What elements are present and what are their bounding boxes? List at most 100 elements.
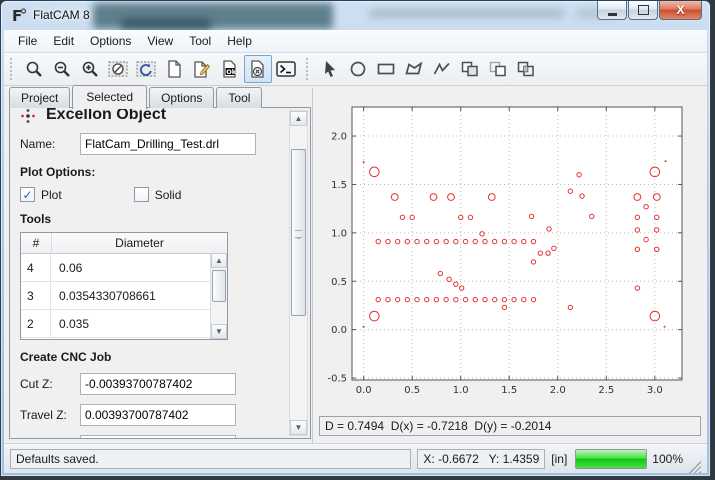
solid-checkbox[interactable] [134,187,149,202]
tab-selected[interactable]: Selected [72,85,147,109]
new-file-icon [166,60,182,78]
plot-options-label: Plot Options: [20,165,286,179]
draw-rectangle-button[interactable] [372,55,400,83]
y-tick-label: 0.0 [331,325,347,336]
close-icon: X [676,3,684,17]
intersect-button[interactable] [512,55,540,83]
progress-percent: 100% [652,452,683,466]
travelz-input[interactable] [80,404,236,426]
scroll-up-icon[interactable]: ▲ [211,253,227,268]
clear-plot-icon [108,60,128,78]
edit-object-button[interactable] [188,55,216,83]
tool-diameter[interactable]: 0.06 [51,254,227,281]
scroll-down-icon[interactable]: ▼ [290,420,307,435]
scroll-up-icon[interactable]: ▲ [290,111,307,126]
name-label: Name: [20,137,80,151]
shell-icon [276,61,296,77]
rectangle-tool-icon [376,60,396,78]
replot-button[interactable] [132,55,160,83]
tool-diameter[interactable]: 0.035 [51,310,227,337]
toolbar: Ok [4,53,707,86]
panel-scroll-area[interactable]: Excellon Object Name: Plot Options: ✓ Pl… [14,108,286,438]
status-bar: Defaults saved. X: -0.6672 Y: 1.4359 [in… [4,443,707,473]
x-tick-label: 3.0 [647,385,663,396]
minimize-button[interactable] [597,1,627,20]
table-row[interactable]: 4 0.06 [21,254,227,282]
check-icon: ✓ [22,190,32,200]
app-window: F FlatCAM 8 X File Edit Options View Too… [0,0,711,477]
plot-canvas [352,107,682,380]
main-area: Project Selected Options Tool [4,86,707,448]
maximize-button[interactable] [628,1,658,20]
union-button[interactable] [456,55,484,83]
toolbar-grip[interactable] [306,58,312,80]
tools-label: Tools [20,212,286,226]
table-row[interactable]: 3 0.0354330708661 [21,282,227,310]
progress-bar [575,449,647,469]
shell-button[interactable] [272,55,300,83]
tab-bar: Project Selected Options Tool [9,86,264,108]
cutz-input[interactable] [80,373,236,395]
selected-panel: Excellon Object Name: Plot Options: ✓ Pl… [9,107,311,439]
scroll-down-icon[interactable]: ▼ [211,324,227,339]
window-title: FlatCAM 8 [33,8,90,22]
column-header-number[interactable]: # [21,233,52,253]
menu-help[interactable]: Help [219,31,260,51]
path-tool-icon [432,60,452,78]
x-tick-label: 1.5 [501,385,517,396]
progress-fill [576,450,646,468]
column-header-diameter[interactable]: Diameter [52,233,227,253]
subtract-button[interactable] [484,55,512,83]
glass-smudge [121,19,211,30]
scrollbar-thumb[interactable] [212,270,226,302]
plot-svg[interactable]: 0.00.51.01.52.02.53.0-0.50.00.51.01.52.0 [317,90,706,410]
tool-number[interactable]: 4 [21,254,51,281]
menu-view[interactable]: View [139,31,181,51]
accept-object-button[interactable]: Ok [216,55,244,83]
zoom-out-button[interactable] [48,55,76,83]
draw-circle-button[interactable] [344,55,372,83]
tools-table-header: # Diameter [21,233,227,254]
tool-number[interactable]: 3 [21,282,51,309]
table-scrollbar[interactable]: ▲ ▼ [210,253,227,339]
coordinates-readout: X: -0.6672 Y: 1.4359 [417,449,545,469]
draw-path-button[interactable] [428,55,456,83]
x-tick-label: 2.5 [598,385,614,396]
close-button[interactable]: X [659,1,702,20]
menu-file[interactable]: File [10,31,45,51]
x-tick-label: 0.0 [356,385,372,396]
pointer-tool-button[interactable] [316,55,344,83]
menu-edit[interactable]: Edit [45,31,82,51]
tool-number[interactable]: 2 [21,310,51,337]
panel-scrollbar[interactable]: ▲ ▼ [289,110,308,436]
menu-tool[interactable]: Tool [181,31,219,51]
table-row[interactable]: 2 0.035 [21,310,227,338]
title-bar[interactable]: F FlatCAM 8 X [1,1,710,30]
zoom-in-button[interactable] [76,55,104,83]
new-file-button[interactable] [160,55,188,83]
tool-diameter[interactable]: 0.0354330708661 [51,282,227,309]
menu-options[interactable]: Options [82,31,139,51]
delete-object-button[interactable] [244,55,272,83]
tab-project[interactable]: Project [9,87,70,108]
tools-table: # Diameter 4 0.06 3 0.0354330708661 [20,232,228,340]
travelz-label: Travel Z: [20,408,80,422]
solid-checkbox-label: Solid [155,188,182,202]
plot-figure[interactable]: 0.00.51.01.52.02.53.0-0.50.00.51.01.52.0 [317,90,706,410]
zoom-fit-button[interactable] [20,55,48,83]
accept-object-icon: Ok [222,60,238,78]
name-input[interactable] [80,133,256,155]
resize-grip[interactable] [689,461,701,473]
plot-checkbox[interactable]: ✓ [20,187,35,202]
toolbar-grip[interactable] [10,58,16,80]
tab-tool[interactable]: Tool [216,87,262,108]
scrollbar-thumb[interactable] [291,149,306,316]
drill-hole [665,160,667,162]
feedrate-input[interactable] [80,435,236,438]
excellon-object-icon [20,108,36,124]
clear-plot-button[interactable] [104,55,132,83]
tab-options[interactable]: Options [149,87,214,108]
polygon-tool-icon [404,60,424,78]
distance-readout: D = 0.7494 D(x) = -0.7218 D(y) = -0.2014 [319,416,701,436]
draw-polygon-button[interactable] [400,55,428,83]
